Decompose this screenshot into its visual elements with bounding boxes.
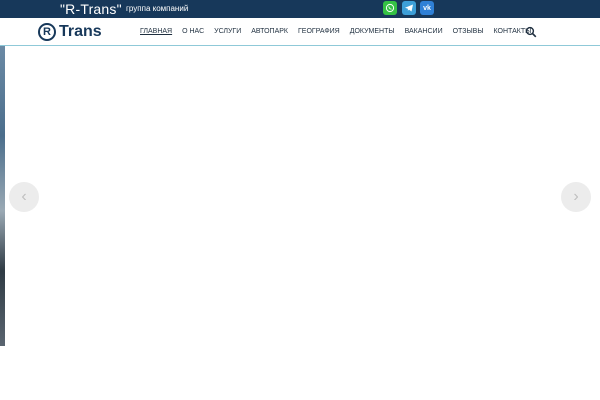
vk-label: vk — [423, 4, 431, 12]
whatsapp-icon[interactable] — [383, 1, 397, 15]
vk-icon[interactable]: vk — [420, 1, 434, 15]
brand-name: "R-Trans" — [60, 1, 122, 17]
logo-mark: R — [38, 23, 56, 41]
slider-prev-button[interactable]: ‹ — [9, 182, 39, 212]
nav-item-services[interactable]: УСЛУГИ — [214, 28, 241, 35]
nav-item-about[interactable]: О НАС — [182, 28, 204, 35]
nav-item-documents[interactable]: ДОКУМЕНТЫ — [350, 28, 395, 35]
telegram-icon[interactable] — [402, 1, 416, 15]
slide-image-edge — [0, 46, 5, 346]
nav-item-geography[interactable]: ГЕОГРАФИЯ — [298, 28, 340, 35]
chevron-right-icon: › — [573, 188, 579, 205]
chevron-left-icon: ‹ — [21, 188, 27, 205]
logo[interactable]: R Trans — [38, 21, 102, 43]
slider-next-button[interactable]: › — [561, 182, 591, 212]
search-icon[interactable] — [525, 26, 537, 38]
logo-letter: R — [43, 26, 51, 38]
nav-item-reviews[interactable]: ОТЗЫВЫ — [453, 28, 484, 35]
nav-menu: ГЛАВНАЯ О НАС УСЛУГИ АВТОПАРК ГЕОГРАФИЯ … — [140, 18, 541, 45]
nav-item-fleet[interactable]: АВТОПАРК — [251, 28, 288, 35]
hero-slider: ‹ › — [0, 46, 600, 346]
logo-text: Trans — [59, 23, 102, 40]
nav-item-vacancies[interactable]: ВАКАНСИИ — [405, 28, 443, 35]
main-nav: R Trans ГЛАВНАЯ О НАС УСЛУГИ АВТОПАРК ГЕ… — [0, 18, 600, 46]
nav-item-home[interactable]: ГЛАВНАЯ — [140, 28, 172, 35]
brand-tagline: группа компаний — [126, 4, 189, 13]
top-bar: "R-Trans" группа компаний vk — [0, 0, 600, 18]
